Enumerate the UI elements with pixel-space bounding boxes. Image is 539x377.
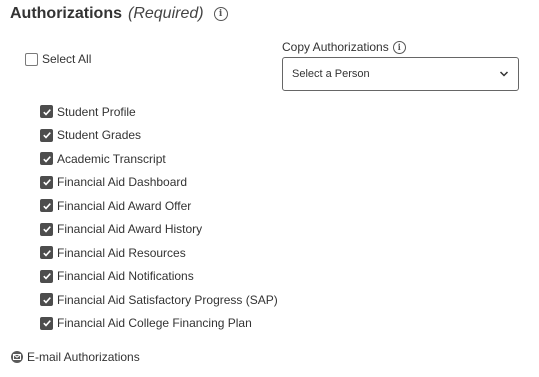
- authorization-label: Financial Aid Award Offer: [57, 198, 192, 213]
- required-note: (Required): [128, 5, 204, 22]
- authorization-label: Financial Aid Notifications: [57, 269, 194, 284]
- authorization-label: Financial Aid Award History: [57, 222, 203, 237]
- email-authorizations-link[interactable]: E-mail Authorizations: [11, 350, 140, 364]
- authorization-label: Financial Aid Satisfactory Progress (SAP…: [57, 292, 278, 307]
- authorization-item[interactable]: Financial Aid Award History: [40, 218, 278, 242]
- mail-icon: [11, 351, 23, 363]
- authorization-label: Financial Aid Dashboard: [57, 175, 188, 190]
- authorization-item[interactable]: Financial Aid College Financing Plan: [40, 312, 278, 336]
- checked-checkbox-icon[interactable]: [40, 246, 53, 260]
- authorization-item[interactable]: Financial Aid Satisfactory Progress (SAP…: [40, 288, 278, 312]
- authorization-item[interactable]: Financial Aid Resources: [40, 241, 278, 265]
- checked-checkbox-icon[interactable]: [40, 128, 53, 142]
- checked-checkbox-icon[interactable]: [40, 293, 53, 307]
- checked-checkbox-icon[interactable]: [40, 269, 53, 283]
- authorization-item[interactable]: Academic Transcript: [40, 147, 278, 171]
- email-authorizations-label: E-mail Authorizations: [27, 350, 140, 364]
- copy-authorizations-label: Copy Authorizations: [282, 40, 389, 54]
- copy-authorizations-label-row: Copy Authorizations i: [282, 40, 406, 54]
- checked-checkbox-icon[interactable]: [40, 199, 53, 213]
- info-icon[interactable]: i: [392, 40, 406, 54]
- checked-checkbox-icon[interactable]: [40, 105, 53, 119]
- checked-checkbox-icon[interactable]: [40, 222, 53, 236]
- authorization-list: Student Profile Student Grades Academic …: [40, 100, 278, 335]
- section-title: Authorizations: [10, 5, 122, 22]
- select-all-label: Select All: [42, 52, 92, 66]
- authorization-label: Financial Aid College Financing Plan: [57, 316, 252, 331]
- authorization-item[interactable]: Financial Aid Award Offer: [40, 194, 278, 218]
- checked-checkbox-icon[interactable]: [40, 152, 53, 166]
- authorization-item[interactable]: Student Profile: [40, 100, 278, 124]
- chevron-down-icon: [499, 71, 509, 77]
- checked-checkbox-icon[interactable]: [40, 175, 53, 189]
- authorization-label: Academic Transcript: [57, 151, 166, 166]
- authorization-item[interactable]: Financial Aid Dashboard: [40, 171, 278, 195]
- section-header: Authorizations (Required) i: [10, 4, 228, 24]
- checkbox-icon[interactable]: [25, 52, 38, 66]
- authorization-label: Financial Aid Resources: [57, 245, 186, 260]
- authorization-item[interactable]: Financial Aid Notifications: [40, 265, 278, 289]
- info-icon[interactable]: i: [213, 7, 228, 21]
- select-person-dropdown[interactable]: Select a Person: [282, 57, 519, 91]
- authorization-label: Student Grades: [57, 128, 142, 143]
- dropdown-selected-value: Select a Person: [292, 68, 370, 80]
- authorization-item[interactable]: Student Grades: [40, 124, 278, 148]
- authorization-label: Student Profile: [57, 104, 136, 119]
- checked-checkbox-icon[interactable]: [40, 316, 53, 330]
- select-all-checkbox[interactable]: Select All: [25, 52, 91, 66]
